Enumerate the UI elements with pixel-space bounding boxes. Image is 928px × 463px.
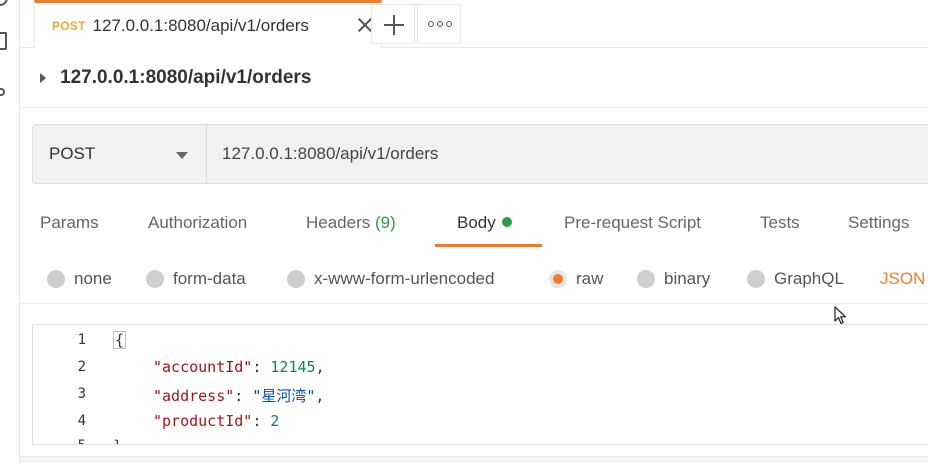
line-number: 2	[77, 359, 86, 375]
tab-headers[interactable]: Headers (9)	[306, 213, 396, 233]
matched-bracket: {	[113, 331, 127, 349]
editor-bottom-edge	[20, 456, 928, 463]
left-sidebar-rail	[0, 0, 20, 463]
tab-authorization[interactable]: Authorization	[148, 213, 247, 233]
more-tabs-button[interactable]	[417, 4, 461, 44]
tab-tests[interactable]: Tests	[760, 213, 800, 233]
chevron-down-icon	[176, 152, 188, 159]
tab-body-label: Body	[457, 213, 496, 232]
line-number: 3	[77, 386, 86, 402]
code-line: "accountId": 12145,	[153, 358, 325, 376]
apis-icon[interactable]	[0, 88, 5, 96]
request-url-bar: POST 127.0.0.1:8080/api/v1/orders	[32, 124, 928, 184]
request-tab-strip: POST 127.0.0.1:8080/api/v1/orders	[20, 0, 928, 48]
more-horizontal-icon	[428, 21, 452, 29]
radio-graphql[interactable]: GraphQL	[747, 269, 844, 289]
body-type-options: none form-data x-www-form-urlencoded raw…	[20, 256, 928, 304]
radio-label: form-data	[173, 269, 246, 288]
tab-body[interactable]: Body	[457, 213, 512, 233]
json-string: "星河湾"	[252, 387, 316, 405]
radio-urlencoded[interactable]: x-www-form-urlencoded	[287, 269, 494, 289]
radio-circle	[637, 270, 655, 288]
new-tab-button[interactable]	[371, 4, 415, 44]
radio-circle	[747, 270, 765, 288]
closing-bracket: }	[113, 437, 122, 444]
tab-url-label: 127.0.0.1:8080/api/v1/orders	[92, 15, 309, 35]
json-key: "productId"	[153, 412, 253, 430]
request-config-tabs: Params Authorization Headers (9) Body Pr…	[20, 200, 928, 248]
request-tab-active[interactable]: POST 127.0.0.1:8080/api/v1/orders	[34, 0, 382, 48]
url-input[interactable]: 127.0.0.1:8080/api/v1/orders	[207, 125, 928, 183]
body-indicator-dot	[501, 217, 512, 227]
radio-label: x-www-form-urlencoded	[314, 269, 495, 288]
tab-headers-label: Headers	[306, 213, 371, 232]
radio-circle	[47, 270, 65, 288]
headers-count-badge: (9)	[375, 213, 396, 232]
code-line: "address": "星河湾",	[153, 385, 324, 406]
mouse-pointer-icon	[834, 306, 847, 325]
radio-label: none	[74, 269, 112, 288]
json-number: 2	[270, 412, 280, 430]
radio-label: GraphQL	[774, 269, 844, 288]
json-comma: ,	[315, 387, 325, 405]
json-key: "accountId"	[153, 358, 253, 376]
method-select-value: POST	[49, 144, 96, 163]
json-number: 12145	[270, 358, 316, 376]
radio-circle	[146, 270, 164, 288]
radio-none[interactable]: none	[47, 269, 112, 289]
code-line: {	[113, 331, 127, 349]
tab-method-label: POST	[52, 18, 86, 33]
code-line: }	[113, 437, 122, 444]
json-key: "address"	[153, 387, 235, 405]
json-comma: ,	[315, 358, 325, 376]
collections-icon[interactable]	[0, 32, 7, 50]
json-separator: :	[252, 358, 271, 376]
body-format-select[interactable]: JSON	[880, 269, 925, 289]
json-separator: :	[252, 412, 271, 430]
radio-raw[interactable]: raw	[549, 269, 603, 289]
line-number: 4	[77, 413, 86, 429]
json-separator: :	[234, 387, 253, 405]
postman-window: POST 127.0.0.1:8080/api/v1/orders 127.0.…	[0, 0, 928, 463]
radio-circle	[287, 270, 305, 288]
tab-prerequest-script[interactable]: Pre-request Script	[564, 213, 701, 233]
radio-binary[interactable]: binary	[637, 269, 710, 289]
page-title: 127.0.0.1:8080/api/v1/orders	[60, 66, 312, 88]
request-body-editor[interactable]: 1 2 3 4 5 { "accountId": 12145, "address…	[32, 324, 928, 445]
radio-label: raw	[576, 269, 604, 288]
line-number-gutter: 1 2 3 4 5	[33, 325, 101, 444]
radio-circle-selected	[549, 270, 567, 288]
line-number: 5	[78, 438, 86, 444]
history-icon[interactable]	[0, 0, 8, 6]
radio-form-data[interactable]: form-data	[146, 269, 246, 289]
code-line: "productId": 2	[153, 412, 279, 430]
breadcrumb: 127.0.0.1:8080/api/v1/orders	[20, 48, 928, 108]
line-number: 1	[77, 332, 86, 348]
tab-settings[interactable]: Settings	[848, 213, 909, 233]
tab-params[interactable]: Params	[40, 213, 99, 233]
active-tab-underline	[435, 244, 542, 247]
plus-icon	[384, 15, 404, 35]
radio-label: binary	[664, 269, 711, 288]
caret-right-icon[interactable]	[40, 72, 46, 83]
method-select[interactable]: POST	[33, 125, 207, 183]
